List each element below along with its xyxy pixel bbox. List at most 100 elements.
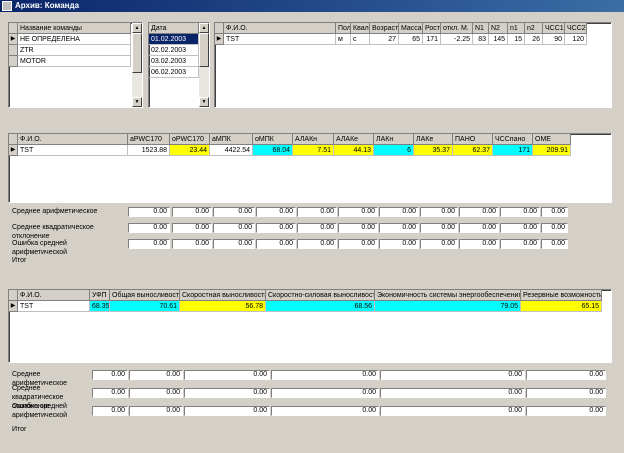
teams-scrollbar[interactable]: ▲ ▼: [132, 23, 142, 107]
col-header[interactable]: Квал.: [351, 23, 370, 34]
table-cell[interactable]: 26: [525, 34, 543, 45]
table-cell[interactable]: 68.04: [253, 145, 293, 156]
col-header[interactable]: оМПК: [253, 134, 293, 145]
table-cell[interactable]: 65: [399, 34, 423, 45]
table-cell[interactable]: 62.37: [453, 145, 493, 156]
dates-grid[interactable]: Дата 01.02.2003 02.02.2003 03.02.2003 06…: [148, 22, 210, 108]
arrow-down-icon[interactable]: ▼: [132, 97, 142, 107]
teams-header[interactable]: Название команды: [18, 23, 131, 34]
team-row[interactable]: ZTR: [18, 45, 131, 56]
table-cell[interactable]: 27: [370, 34, 399, 45]
indicators-grid[interactable]: ▶ Ф.И.О. TST aPWC170 1523.88 oPWC170 23.44 аМПК…: [8, 133, 612, 203]
table-cell[interactable]: 1523.88: [128, 145, 170, 156]
table-cell[interactable]: 7.51: [293, 145, 334, 156]
teams-grid[interactable]: Название команды ▶ НЕ ОПРЕДЕЛЕНА ZTR MOT…: [8, 22, 143, 108]
col-header[interactable]: Скоростно-силовая выносливость: [266, 290, 375, 301]
col-header[interactable]: N2: [489, 23, 508, 34]
col-header[interactable]: Ф.И.О.: [224, 23, 336, 34]
table-cell[interactable]: 68.56: [266, 301, 375, 312]
col-header[interactable]: аМПК: [210, 134, 253, 145]
itog-label: Итог: [12, 426, 27, 433]
table-cell[interactable]: TST: [224, 34, 336, 45]
table-cell[interactable]: 56.78: [180, 301, 266, 312]
col-header[interactable]: ЧСС1: [543, 23, 565, 34]
table-cell[interactable]: 120: [565, 34, 587, 45]
date-row[interactable]: 03.02.2003: [149, 56, 199, 67]
stat-value: 0.00: [129, 370, 183, 380]
col-header[interactable]: Возраст: [370, 23, 399, 34]
table-cell[interactable]: 83: [473, 34, 489, 45]
date-row[interactable]: 06.02.2003: [149, 67, 199, 78]
col-header[interactable]: N1: [473, 23, 489, 34]
table-cell[interactable]: TST: [18, 145, 128, 156]
scroll-thumb[interactable]: [199, 33, 209, 67]
col-header[interactable]: Рост: [423, 23, 441, 34]
col-header[interactable]: n1: [508, 23, 525, 34]
stat-value: 0.00: [184, 370, 270, 380]
col-header[interactable]: АЛАКн: [293, 134, 334, 145]
col-header[interactable]: Общая выносливость: [110, 290, 180, 301]
athletes-grid[interactable]: Ф.И.О. Пол Квал. Возраст Масса Рост откл…: [214, 22, 612, 108]
col-header[interactable]: Скоростная выносливость: [180, 290, 266, 301]
table-cell[interactable]: 90: [543, 34, 565, 45]
dates-scrollbar[interactable]: ▲ ▼: [199, 23, 209, 107]
table-cell[interactable]: 23.44: [170, 145, 210, 156]
stat-value: 0.00: [129, 406, 183, 416]
table-cell[interactable]: 70.61: [110, 301, 180, 312]
table-cell[interactable]: 35.37: [414, 145, 453, 156]
integral-grid[interactable]: ▶ Ф.И.О. TST УФП 68.35 Общая выносливость 70.6…: [8, 289, 612, 363]
col-header[interactable]: УФП: [90, 290, 110, 301]
table-cell[interactable]: 44.13: [334, 145, 374, 156]
col-header[interactable]: aPWC170: [128, 134, 170, 145]
table-cell[interactable]: 6: [374, 145, 414, 156]
arrow-up-icon[interactable]: ▲: [132, 23, 142, 33]
arrow-down-icon[interactable]: ▼: [199, 97, 209, 107]
dates-header[interactable]: Дата: [149, 23, 199, 34]
stat-value: 0.00: [92, 388, 128, 398]
stat-value: 0.00: [271, 370, 379, 380]
table-cell[interactable]: м: [336, 34, 351, 45]
team-row[interactable]: НЕ ОПРЕДЕЛЕНА: [18, 34, 131, 45]
table-cell[interactable]: TST: [18, 301, 90, 312]
col-header[interactable]: ЧСС2: [565, 23, 587, 34]
col-header[interactable]: oPWC170: [170, 134, 210, 145]
stat-value: 0.00: [271, 388, 379, 398]
stat-value: 0.00: [172, 207, 212, 217]
table-cell[interactable]: 171: [423, 34, 441, 45]
table-cell[interactable]: 4422.54: [210, 145, 253, 156]
table-cell[interactable]: 171: [493, 145, 533, 156]
col-header[interactable]: Ф.И.О.: [18, 290, 90, 301]
col-header[interactable]: Пол: [336, 23, 351, 34]
table-cell[interactable]: 79.05: [375, 301, 521, 312]
arrow-up-icon[interactable]: ▲: [199, 23, 209, 33]
stat-value: 0.00: [213, 207, 255, 217]
col-header[interactable]: n2: [525, 23, 543, 34]
team-row[interactable]: MOTOR: [18, 56, 131, 67]
table-cell[interactable]: 209.91: [533, 145, 571, 156]
col-header[interactable]: АЛАКе: [334, 134, 374, 145]
table-cell[interactable]: 15: [508, 34, 525, 45]
col-header[interactable]: ОМЕ: [533, 134, 571, 145]
date-row[interactable]: 02.02.2003: [149, 45, 199, 56]
table-cell[interactable]: -2.25: [441, 34, 473, 45]
triangle-right-icon: ▶: [9, 301, 18, 312]
col-header[interactable]: Резервные возможности: [521, 290, 602, 301]
stat-value: 0.00: [500, 207, 540, 217]
col-header[interactable]: ЛАКн: [374, 134, 414, 145]
date-row-selected[interactable]: 01.02.2003: [149, 34, 199, 45]
col-header[interactable]: ЛАКе: [414, 134, 453, 145]
table-cell[interactable]: с: [351, 34, 370, 45]
col-header[interactable]: откл. М.: [441, 23, 473, 34]
stat-value: 0.00: [338, 223, 378, 233]
col-header[interactable]: Ф.И.О.: [18, 134, 128, 145]
col-header[interactable]: Экономичность системы энергообеспечения: [375, 290, 521, 301]
table-cell[interactable]: 145: [489, 34, 508, 45]
stat-value: 0.00: [271, 406, 379, 416]
col-header[interactable]: Масса: [399, 23, 423, 34]
col-header[interactable]: ПАНО: [453, 134, 493, 145]
col-header[interactable]: ЧССпано: [493, 134, 533, 145]
table-cell[interactable]: 68.35: [90, 301, 110, 312]
scroll-thumb[interactable]: [132, 33, 142, 73]
table-cell[interactable]: 65.15: [521, 301, 602, 312]
stat-value: 0.00: [379, 239, 419, 249]
